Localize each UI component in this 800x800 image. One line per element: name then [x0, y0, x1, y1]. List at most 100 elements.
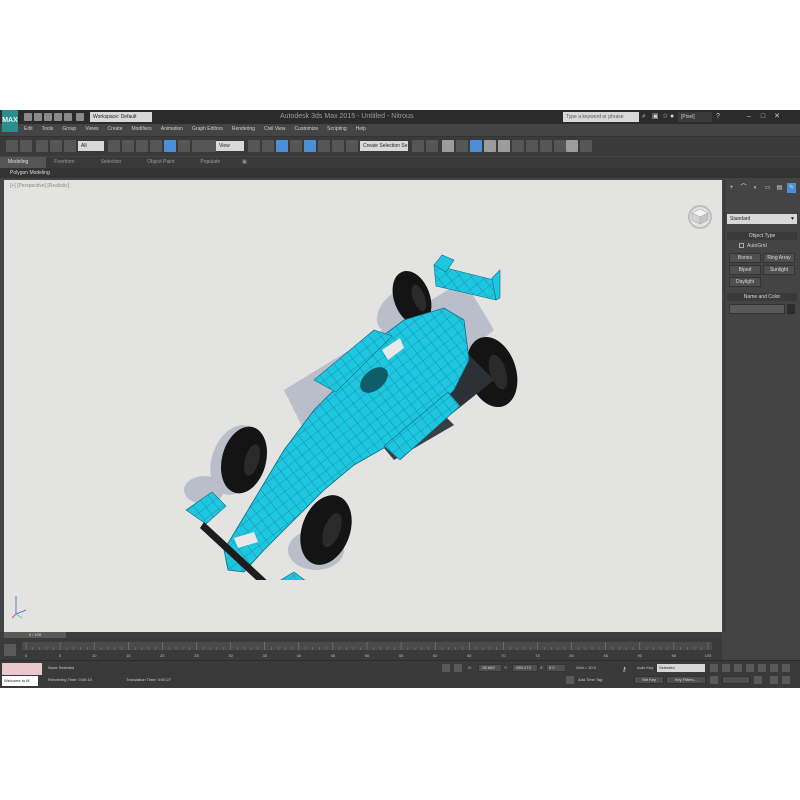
scale-icon[interactable] [192, 140, 204, 152]
zoom-icon[interactable] [770, 664, 778, 672]
schematic-view-icon[interactable] [484, 140, 496, 152]
help-icon[interactable]: ? [716, 113, 720, 121]
play-icon[interactable] [734, 664, 742, 672]
app-logo-icon[interactable]: MAX [2, 110, 18, 132]
category-dropdown[interactable]: Standard ▼ [727, 214, 797, 224]
render-cloud-icon[interactable] [566, 140, 578, 152]
create-tab-icon[interactable]: + [727, 183, 736, 193]
timeline-ruler[interactable]: 0 5 10 15 20 25 30 35 40 45 50 55 60 65 70 75 80 85 90 95 10… [22, 642, 712, 660]
hierarchy-tab-icon[interactable]: ◐ [751, 183, 760, 193]
motion-tab-icon[interactable]: ▭ [763, 183, 772, 193]
user-dropdown[interactable]: [Pixel] [678, 112, 712, 122]
maxscript-listener[interactable] [2, 663, 42, 675]
undo-icon[interactable] [54, 113, 62, 121]
viewport-label[interactable]: [+] [Perspective] [Realistic] [10, 183, 69, 189]
search-icon[interactable]: ⌕ [642, 113, 646, 121]
key-selection-dropdown[interactable]: Selected [657, 664, 705, 672]
viewcube-icon[interactable] [686, 202, 714, 230]
rotate-icon[interactable] [178, 140, 190, 152]
lock-selection-icon[interactable] [442, 664, 450, 672]
project-folder-icon[interactable] [76, 113, 84, 121]
name-and-color-rollout[interactable]: Name and Color [727, 293, 797, 301]
render-setup-icon[interactable] [512, 140, 524, 152]
spinner-snap-icon[interactable] [332, 140, 344, 152]
save-file-icon[interactable] [44, 113, 52, 121]
keyboard-shortcut-icon[interactable] [276, 140, 288, 152]
rect-selection-icon[interactable] [136, 140, 148, 152]
menu-graph-editors[interactable]: Graph Editors [188, 124, 228, 134]
snap-toggle-icon[interactable] [290, 140, 302, 152]
search-input[interactable]: Type a keyword or phrase [563, 112, 639, 122]
menu-help[interactable]: Help [352, 124, 371, 134]
menu-scripting[interactable]: Scripting [323, 124, 351, 134]
maxscript-input[interactable]: Welcome to M [2, 676, 38, 686]
key-filters-button[interactable]: Key Filters... [666, 676, 706, 684]
close-button[interactable]: ✕ [772, 112, 782, 122]
named-selection-dropdown[interactable]: Create Selection Se [360, 141, 408, 151]
menu-animation[interactable]: Animation [157, 124, 188, 134]
ribbon-options-icon[interactable]: ▣ [238, 157, 251, 168]
window-crossing-icon[interactable] [150, 140, 162, 152]
tab-object-paint[interactable]: Object Paint [139, 157, 192, 168]
set-key-button[interactable]: Set Key [634, 676, 664, 684]
pivot-center-icon[interactable] [248, 140, 260, 152]
new-file-icon[interactable] [24, 113, 32, 121]
x-coordinate-field[interactable]: -95.669 [478, 664, 502, 672]
subscription-icon[interactable]: ▣ [652, 113, 659, 121]
menu-views[interactable]: Views [81, 124, 103, 134]
perspective-viewport[interactable]: [+] [Perspective] [Realistic] [4, 180, 722, 632]
material-editor-icon[interactable] [498, 140, 510, 152]
tab-populate[interactable]: Populate [192, 157, 238, 168]
menu-create[interactable]: Create [103, 124, 127, 134]
orbit-icon[interactable] [782, 676, 790, 684]
add-time-tag[interactable]: Add Time Tag [578, 677, 602, 683]
align-icon[interactable] [426, 140, 438, 152]
modify-tab-icon[interactable]: ⌒ [739, 183, 748, 193]
rendered-frame-window-icon[interactable] [526, 140, 538, 152]
graphite-toggle-icon[interactable] [456, 140, 468, 152]
utilities-tab-icon[interactable]: ✎ [787, 183, 796, 193]
select-link-icon[interactable] [36, 140, 48, 152]
key-icon[interactable]: ⚷ [622, 667, 626, 673]
user-icon[interactable]: ● [670, 113, 674, 121]
angle-snap-icon[interactable] [304, 140, 316, 152]
menu-modifiers[interactable]: Modifiers [127, 124, 156, 134]
time-config-icon[interactable] [754, 676, 762, 684]
undo-tool-icon[interactable] [6, 140, 18, 152]
render-iterative-icon[interactable] [554, 140, 566, 152]
workspace-dropdown[interactable]: Workspace: Default [90, 112, 152, 122]
render-production-icon[interactable] [540, 140, 552, 152]
bind-space-warp-icon[interactable] [64, 140, 76, 152]
tab-selection[interactable]: Selection [93, 157, 140, 168]
menu-group[interactable]: Group [58, 124, 81, 134]
place-icon[interactable] [204, 140, 216, 152]
edit-named-selection-icon[interactable] [346, 140, 358, 152]
selection-filter-dropdown[interactable]: All [78, 141, 104, 151]
a360-gallery-icon[interactable] [580, 140, 592, 152]
ribbon-panel-label[interactable]: Polygon Modeling [10, 168, 50, 178]
sunlight-button[interactable]: Sunlight [763, 265, 795, 275]
transform-mode-icon[interactable] [454, 664, 462, 672]
ring-array-button[interactable]: Ring Array [763, 253, 795, 263]
time-tag-icon[interactable] [566, 676, 574, 684]
menu-edit[interactable]: Edit [20, 124, 38, 134]
go-to-start-icon[interactable] [710, 664, 718, 672]
zoom-all-icon[interactable] [782, 664, 790, 672]
maximize-button[interactable]: □ [758, 112, 768, 122]
previous-frame-icon[interactable] [722, 664, 730, 672]
menu-civil-view[interactable]: Civil View [260, 124, 291, 134]
redo-icon[interactable] [64, 113, 72, 121]
select-by-name-icon[interactable] [122, 140, 134, 152]
curve-editor-icon[interactable] [470, 140, 482, 152]
display-tab-icon[interactable]: ▤ [775, 183, 784, 193]
open-file-icon[interactable] [34, 113, 42, 121]
object-name-field[interactable] [729, 304, 785, 314]
reference-coord-dropdown[interactable]: View [216, 141, 244, 151]
object-type-rollout[interactable]: Object Type [727, 232, 797, 240]
tab-modeling[interactable]: Modeling [0, 157, 47, 168]
redo-tool-icon[interactable] [20, 140, 32, 152]
auto-key-button[interactable]: Auto Key [637, 665, 653, 671]
go-to-end-icon[interactable] [758, 664, 766, 672]
pan-icon[interactable] [770, 676, 778, 684]
minimize-button[interactable]: – [744, 112, 754, 122]
